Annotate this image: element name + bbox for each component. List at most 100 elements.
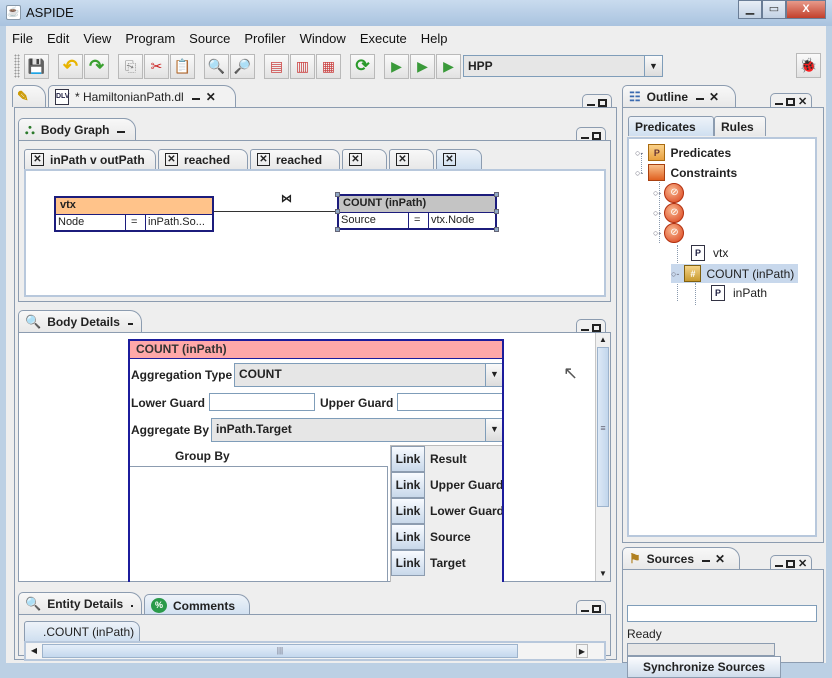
resize-handle[interactable]: [335, 192, 340, 197]
entity-hscrollbar[interactable]: ◀ ||| ▶: [24, 641, 606, 661]
add-constraints-button[interactable]: ▦: [316, 53, 341, 79]
scroll-left-icon[interactable]: ◀: [28, 644, 40, 658]
subtab-inpath-v-outpath[interactable]: ✕ inPath v outPath: [24, 149, 156, 169]
close-icon[interactable]: ✕: [206, 90, 216, 104]
menu-program[interactable]: Program: [125, 31, 175, 46]
menu-edit[interactable]: Edit: [47, 31, 69, 46]
sources-input[interactable]: [627, 605, 817, 622]
close-window-button[interactable]: X: [786, 0, 826, 19]
run-button[interactable]: ▶: [436, 53, 461, 79]
tree-expand-icon[interactable]: ○-: [671, 269, 679, 279]
menu-source[interactable]: Source: [189, 31, 230, 46]
minimize-icon[interactable]: [117, 131, 126, 133]
add-rule-button[interactable]: ▤: [264, 53, 289, 79]
menu-window[interactable]: Window: [300, 31, 346, 46]
close-icon[interactable]: ✕: [715, 552, 725, 566]
resize-handle[interactable]: [335, 227, 340, 232]
scroll-thumb[interactable]: ≡: [597, 347, 609, 507]
maximize-icon[interactable]: [592, 604, 601, 613]
run-config-select[interactable]: HPP ▼: [463, 55, 663, 77]
minimize-icon[interactable]: [191, 98, 200, 100]
toolbar-grip[interactable]: [14, 54, 20, 78]
tree-expand-icon[interactable]: ○-: [653, 188, 661, 198]
upper-guard-input[interactable]: [397, 393, 502, 411]
menu-execute[interactable]: Execute: [360, 31, 407, 46]
side-tab[interactable]: ✎: [12, 85, 46, 107]
entity-subtab[interactable]: .COUNT (inPath): [24, 621, 140, 641]
tree-item-constraints[interactable]: ○- Constraints: [635, 164, 737, 181]
maximize-icon[interactable]: [598, 98, 607, 107]
close-box-icon[interactable]: ✕: [396, 153, 409, 166]
copy-button[interactable]: ⎘: [118, 53, 143, 79]
chevron-down-icon[interactable]: ▼: [644, 56, 662, 76]
minimize-icon[interactable]: [702, 560, 711, 562]
add-rules-button[interactable]: ▥: [290, 53, 315, 79]
close-box-icon[interactable]: ✕: [165, 153, 178, 166]
minimize-icon[interactable]: [587, 104, 595, 106]
tree-item-count-inpath[interactable]: ○- # COUNT (inPath): [671, 264, 799, 283]
close-box-icon[interactable]: ✕: [257, 153, 270, 166]
save-button[interactable]: 💾: [24, 53, 49, 79]
body-graph-tab[interactable]: ⛬ Body Graph: [18, 118, 136, 140]
resize-handle[interactable]: [494, 227, 499, 232]
subtab-5[interactable]: ✕: [389, 149, 434, 169]
subtab-reached-2[interactable]: ✕ reached: [250, 149, 340, 169]
scroll-down-icon[interactable]: ▼: [596, 567, 610, 581]
tree-expand-icon[interactable]: ○-: [635, 148, 643, 158]
node-count-inpath[interactable]: COUNT (inPath) Source = vtx.Node: [335, 192, 499, 232]
subtab-4[interactable]: ✕: [342, 149, 387, 169]
maximize-icon[interactable]: [592, 323, 601, 332]
cut-button[interactable]: ✂: [144, 53, 169, 79]
minimize-icon[interactable]: [775, 103, 783, 105]
run-config-button[interactable]: ▶: [384, 53, 409, 79]
link-source-button[interactable]: Link: [391, 524, 425, 550]
maximize-icon[interactable]: [592, 131, 601, 140]
entity-details-tab[interactable]: 🔍 Entity Details: [18, 592, 142, 614]
tab-rules[interactable]: Rules: [714, 116, 766, 136]
resize-handle[interactable]: [494, 209, 499, 214]
tree-expand-icon[interactable]: ○-: [653, 208, 661, 218]
maximize-icon[interactable]: [786, 559, 795, 568]
node-vtx[interactable]: vtx Node = inPath.So...: [54, 196, 214, 232]
close-icon[interactable]: ✕: [709, 90, 719, 104]
redo-button[interactable]: ↷: [84, 53, 109, 79]
tree-item-vtx[interactable]: Pvtx: [691, 245, 728, 261]
link-lower-guard-button[interactable]: Link: [391, 498, 425, 524]
menu-profiler[interactable]: Profiler: [244, 31, 285, 46]
tree-item-constraint-1[interactable]: ○- ⊘: [653, 183, 685, 203]
chevron-down-icon[interactable]: ▼: [485, 364, 502, 386]
menu-help[interactable]: Help: [421, 31, 448, 46]
minimize-icon[interactable]: [581, 329, 589, 331]
scroll-thumb[interactable]: |||: [42, 644, 518, 658]
tree-expand-icon[interactable]: ○-: [653, 228, 661, 238]
synchronize-sources-button[interactable]: Synchronize Sources: [627, 656, 781, 678]
resize-handle[interactable]: [335, 209, 340, 214]
comments-tab[interactable]: % Comments: [144, 594, 250, 616]
group-by-list[interactable]: [130, 466, 388, 582]
refresh-button[interactable]: ⟳: [350, 53, 375, 79]
link-target-button[interactable]: Link: [391, 550, 425, 576]
close-box-icon[interactable]: ✕: [31, 153, 44, 166]
undo-button[interactable]: ↶: [58, 53, 83, 79]
sources-tab[interactable]: ⚑ Sources ✕: [622, 547, 740, 569]
minimize-icon[interactable]: [696, 98, 704, 100]
lower-guard-input[interactable]: [209, 393, 315, 411]
minimize-window-button[interactable]: ▁: [738, 0, 762, 19]
subtab-reached[interactable]: ✕ reached: [158, 149, 248, 169]
tab-predicates[interactable]: Predicates: [628, 116, 714, 136]
link-upper-guard-button[interactable]: Link: [391, 472, 425, 498]
minimize-icon[interactable]: [775, 565, 783, 567]
scroll-up-icon[interactable]: ▲: [596, 333, 610, 347]
aggregation-type-select[interactable]: COUNT ▼: [234, 363, 502, 387]
maximize-window-button[interactable]: ▭: [762, 0, 786, 19]
subtab-6[interactable]: ✕: [436, 149, 482, 169]
graph-canvas[interactable]: vtx Node = inPath.So... ⋈ COUNT (inPath) S…: [24, 169, 606, 297]
aggregate-by-select[interactable]: inPath.Target ▼: [211, 418, 502, 442]
find-button[interactable]: 🔍: [204, 53, 229, 79]
menu-file[interactable]: File: [12, 31, 33, 46]
scroll-right-icon[interactable]: ▶: [576, 644, 588, 658]
resize-handle[interactable]: [494, 192, 499, 197]
run-debug-button[interactable]: ▶: [410, 53, 435, 79]
tree-item-predicates[interactable]: ○- P Predicates: [635, 144, 731, 161]
close-box-icon[interactable]: ✕: [443, 153, 456, 166]
